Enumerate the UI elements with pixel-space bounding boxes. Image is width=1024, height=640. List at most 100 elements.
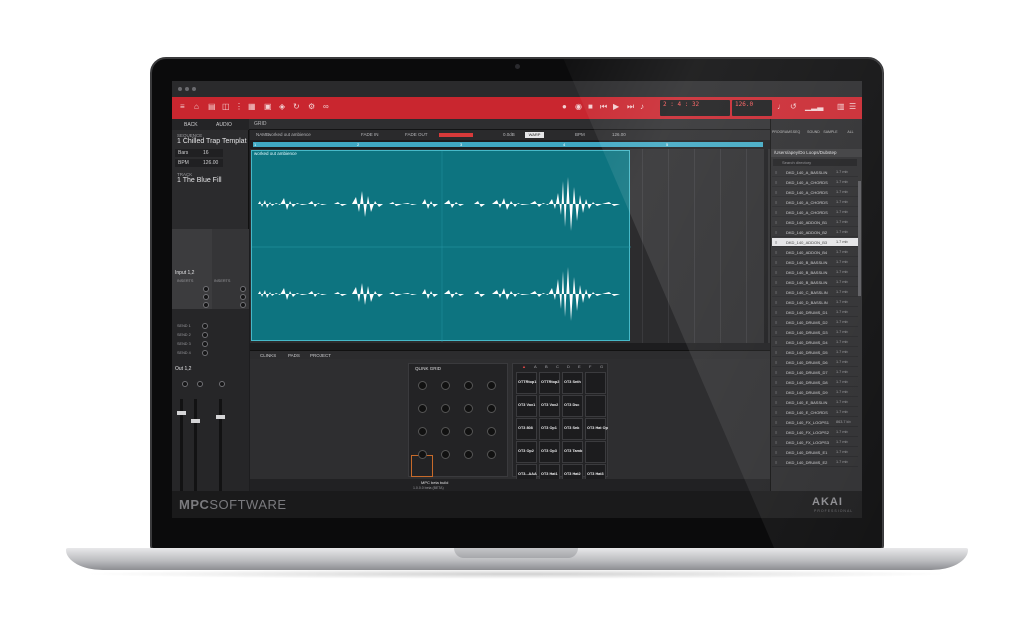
volume-fader-handle-2[interactable] <box>191 419 200 423</box>
tab-pads[interactable]: PADS <box>288 353 300 358</box>
overdub-icon[interactable]: ◉ <box>575 102 582 112</box>
metronome-icon[interactable]: ♩ <box>777 102 785 112</box>
browser-file-row[interactable]: ≡ DKD_140_ADDON_B2 1.7 mb <box>772 228 858 237</box>
browser-tab-seq[interactable]: SEQ <box>789 130 804 140</box>
browser-path[interactable]: /Users/apey/Do Loops/Dubstep <box>771 149 862 157</box>
pan-knob-2[interactable] <box>197 381 203 387</box>
close-icon[interactable] <box>178 87 182 91</box>
browser-file-row[interactable]: ≡ DKD_140_DRUMS_D5 1.7 mb <box>772 348 858 357</box>
bars-field[interactable]: Bars 16 <box>175 149 223 157</box>
browser-file-row[interactable]: ≡ DKD_140_DRUMS_D1 1.7 mb <box>772 308 858 317</box>
drum-pad[interactable]: OT3 Snth <box>562 372 583 394</box>
record-icon[interactable]: ● <box>562 102 567 112</box>
track-name[interactable]: 1 The Blue Fill <box>177 177 222 184</box>
browser-file-row[interactable]: ≡ DKD_140_DRUMS_E1 1.7 mb <box>772 448 858 457</box>
insert-slot-2-knob[interactable] <box>203 294 209 300</box>
volume-fader-track-2[interactable] <box>194 399 197 499</box>
output-label[interactable]: Out 1,2 <box>175 366 191 372</box>
browser-search-input[interactable]: Search directory <box>773 159 857 166</box>
sequence-name[interactable]: 1 Chilled Trap Templat <box>177 138 247 145</box>
fx-icon[interactable]: ◈ <box>279 102 285 112</box>
send-4-knob[interactable] <box>202 350 208 356</box>
pad-column-letter[interactable]: E <box>578 364 581 369</box>
pad-column-letter[interactable]: D <box>567 364 570 369</box>
drum-pad[interactable]: OT3 Vox1 <box>516 395 537 417</box>
browser-file-row[interactable]: ≡ DKD_140_DRUMS_D7 1.7 mb <box>772 368 858 377</box>
menu-icon[interactable]: ≡ <box>180 102 185 112</box>
audio-tab[interactable]: AUDIO <box>216 122 232 128</box>
grid-tab-label[interactable]: GRID <box>254 121 267 127</box>
level-db-value[interactable]: 0.0dB <box>503 132 515 137</box>
drum-pad[interactable]: OTTRtop2 <box>539 372 560 394</box>
browser-file-row[interactable]: ≡ DKD_140_A_CHORDS 1.7 mb <box>772 208 858 217</box>
browser-icon[interactable]: ▤ <box>208 102 216 112</box>
insert-slot-6-knob[interactable] <box>240 302 246 308</box>
insert-slot-4-knob[interactable] <box>240 286 246 292</box>
insert-slot-3-knob[interactable] <box>203 302 209 308</box>
browser-file-row[interactable]: ≡ DKD_140_ADDON_B4 1.7 mb <box>772 248 858 257</box>
qlink-knob[interactable] <box>418 450 427 459</box>
send-3-knob[interactable] <box>202 341 208 347</box>
minimize-icon[interactable] <box>185 87 189 91</box>
drum-pad[interactable]: OT3 Hat Op <box>585 418 608 440</box>
drum-pad[interactable]: OTTRtop1 <box>516 372 537 394</box>
qlink-knob[interactable] <box>441 404 450 413</box>
list-icon[interactable]: ☰ <box>849 102 856 112</box>
fade-out-label[interactable]: FADE OUT <box>405 132 428 137</box>
drum-pad[interactable] <box>585 441 606 463</box>
browser-tab-sound[interactable]: SOUND <box>806 130 821 140</box>
pad-column-letter[interactable]: G <box>600 364 603 369</box>
level-meter[interactable] <box>439 133 473 137</box>
browser-tab-programs[interactable]: PROGRAMS <box>772 130 792 140</box>
editor-bpm-value[interactable]: 126.00 <box>612 132 626 137</box>
browser-file-row[interactable]: ≡ DKD_140_E_CHORDS 1.7 mb <box>772 408 858 417</box>
browser-file-row[interactable]: ≡ DKD_140_ADDON_B3 1.7 mb <box>772 238 858 247</box>
loop-icon[interactable]: ↻ <box>293 102 300 112</box>
drum-pad[interactable] <box>585 372 606 394</box>
qlink-knob[interactable] <box>441 381 450 390</box>
input-label[interactable]: Input 1,2 <box>175 270 194 276</box>
qlink-knob[interactable] <box>487 427 496 436</box>
qlink-knob[interactable] <box>464 427 473 436</box>
pad-column-letter[interactable]: B <box>545 364 548 369</box>
browser-file-row[interactable]: ≡ DKD_140_DRUMS_D6 1.7 mb <box>772 358 858 367</box>
drum-pad[interactable]: OT3 Op3 <box>539 441 560 463</box>
warp-button[interactable]: WARP <box>525 132 544 138</box>
pad-column-letter[interactable]: C <box>556 364 559 369</box>
browser-file-row[interactable]: ≡ DKD_140_FX_LOOPS1 863.7 kb <box>772 418 858 427</box>
send-2-knob[interactable] <box>202 332 208 338</box>
drum-pad[interactable] <box>585 395 606 417</box>
browser-file-row[interactable]: ≡ DKD_140_DRUMS_D3 1.7 mb <box>772 328 858 337</box>
drum-pad[interactable]: OT3 Op2 <box>516 441 537 463</box>
pad-column-letter[interactable]: A <box>534 364 537 369</box>
qlink-knob[interactable] <box>418 381 427 390</box>
browser-file-row[interactable]: ≡ DKD_140_FX_LOOPS2 1.7 mb <box>772 428 858 437</box>
insert-slot-1-knob[interactable] <box>203 286 209 292</box>
browser-tab-sample[interactable]: SAMPLE <box>823 130 838 140</box>
zoom-icon[interactable] <box>192 87 196 91</box>
mixer-icon[interactable]: ⋮ <box>235 102 243 112</box>
count-in-icon[interactable]: ↺ <box>790 102 797 112</box>
sampler-icon[interactable]: ◫ <box>222 102 230 112</box>
qlink-knob[interactable] <box>418 427 427 436</box>
drum-pad[interactable]: OT3 Op1 <box>539 418 560 440</box>
step-icon[interactable]: ▣ <box>264 102 272 112</box>
layout-icon[interactable]: ▥ <box>837 102 845 112</box>
browser-file-row[interactable]: ≡ DKD_140_DRUMS_E2 1.7 mb <box>772 458 858 467</box>
qlink-knob[interactable] <box>441 427 450 436</box>
play-start-icon[interactable]: ⏮ <box>600 102 607 112</box>
qlink-knob[interactable] <box>487 381 496 390</box>
drum-pad[interactable]: OT3 808 <box>516 418 537 440</box>
drum-pad[interactable]: OT3 Vox2 <box>539 395 560 417</box>
loop-region-bar[interactable] <box>253 142 763 147</box>
fade-in-label[interactable]: FADE IN <box>361 132 379 137</box>
pan-knob[interactable] <box>182 381 188 387</box>
qlink-knob[interactable] <box>441 450 450 459</box>
back-tab[interactable]: BACK <box>184 122 198 128</box>
tab-project[interactable]: PROJECT <box>310 353 331 358</box>
settings-icon[interactable]: ⚙ <box>308 102 315 112</box>
browser-file-row[interactable]: ≡ DKD_140_DRUMS_D2 1.7 mb <box>772 318 858 327</box>
browser-scrollbar[interactable] <box>858 181 861 296</box>
tempo-display[interactable]: 126.0 <box>732 100 772 116</box>
browser-file-row[interactable]: ≡ DKD_140_A_CHORDS 1.7 mb <box>772 178 858 187</box>
